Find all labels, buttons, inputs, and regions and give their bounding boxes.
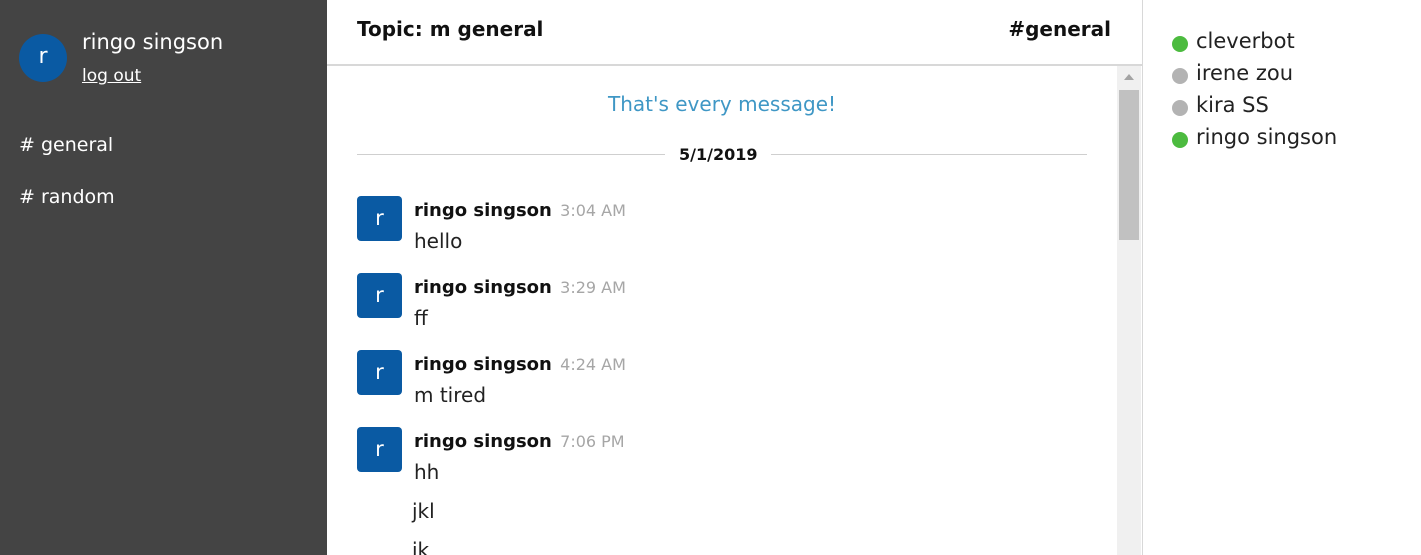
message-author-name[interactable]: ringo singson	[414, 200, 552, 221]
chat-app: r ringo singson log out # general # rand…	[0, 0, 1421, 555]
message-scrollbar[interactable]	[1117, 66, 1141, 555]
message-text: jkl	[412, 499, 435, 523]
scrollbar-thumb[interactable]	[1119, 90, 1139, 240]
user-list: cleverbot irene zou kira SS ringo singso…	[1143, 0, 1421, 555]
avatar: r	[19, 34, 67, 82]
message-timestamp: 4:24 AM	[560, 355, 626, 374]
sidebar-item-general[interactable]: # general	[19, 134, 113, 156]
message-author-name[interactable]: ringo singson	[414, 354, 552, 375]
message-text: m tired	[414, 383, 487, 407]
message-author: ringo singson 7:06 PM	[414, 431, 625, 452]
online-status-icon	[1172, 132, 1188, 148]
logout-link[interactable]: log out	[82, 66, 141, 86]
end-of-history-notice: That's every message!	[607, 92, 837, 116]
current-user-name: ringo singson	[82, 30, 224, 54]
main-panel: Topic: m general #general That's every m…	[327, 0, 1144, 555]
message-timestamp: 3:29 AM	[560, 278, 626, 297]
user-name: cleverbot	[1196, 29, 1295, 53]
user-name: kira SS	[1196, 93, 1269, 117]
message-timestamp: 3:04 AM	[560, 201, 626, 220]
user-name: irene zou	[1196, 61, 1294, 85]
message-text: ff	[414, 306, 428, 330]
avatar[interactable]: r	[357, 273, 402, 318]
message-text: hello	[414, 229, 463, 253]
message-author: ringo singson 4:24 AM	[414, 354, 626, 375]
message-author-name[interactable]: ringo singson	[414, 431, 552, 452]
message-author: ringo singson 3:29 AM	[414, 277, 626, 298]
message-timestamp: 7:06 PM	[560, 432, 625, 451]
avatar[interactable]: r	[357, 196, 402, 241]
channel-header: Topic: m general #general	[327, 0, 1143, 66]
scroll-up-arrow-icon[interactable]	[1124, 74, 1134, 80]
avatar[interactable]: r	[357, 350, 402, 395]
message-text: hh	[414, 460, 440, 484]
message-list[interactable]: That's every message! 5/1/2019 r ringo s…	[327, 66, 1117, 555]
date-label: 5/1/2019	[665, 145, 772, 164]
sidebar: r ringo singson log out # general # rand…	[0, 0, 327, 555]
message-text: jk	[412, 538, 430, 555]
avatar[interactable]: r	[357, 427, 402, 472]
user-name: ringo singson	[1196, 125, 1338, 149]
message-author: ringo singson 3:04 AM	[414, 200, 626, 221]
online-status-icon	[1172, 36, 1188, 52]
sidebar-item-random[interactable]: # random	[19, 186, 115, 208]
channel-title: #general	[1008, 17, 1111, 41]
offline-status-icon	[1172, 68, 1188, 84]
offline-status-icon	[1172, 100, 1188, 116]
channel-topic: Topic: m general	[357, 17, 544, 41]
message-author-name[interactable]: ringo singson	[414, 277, 552, 298]
